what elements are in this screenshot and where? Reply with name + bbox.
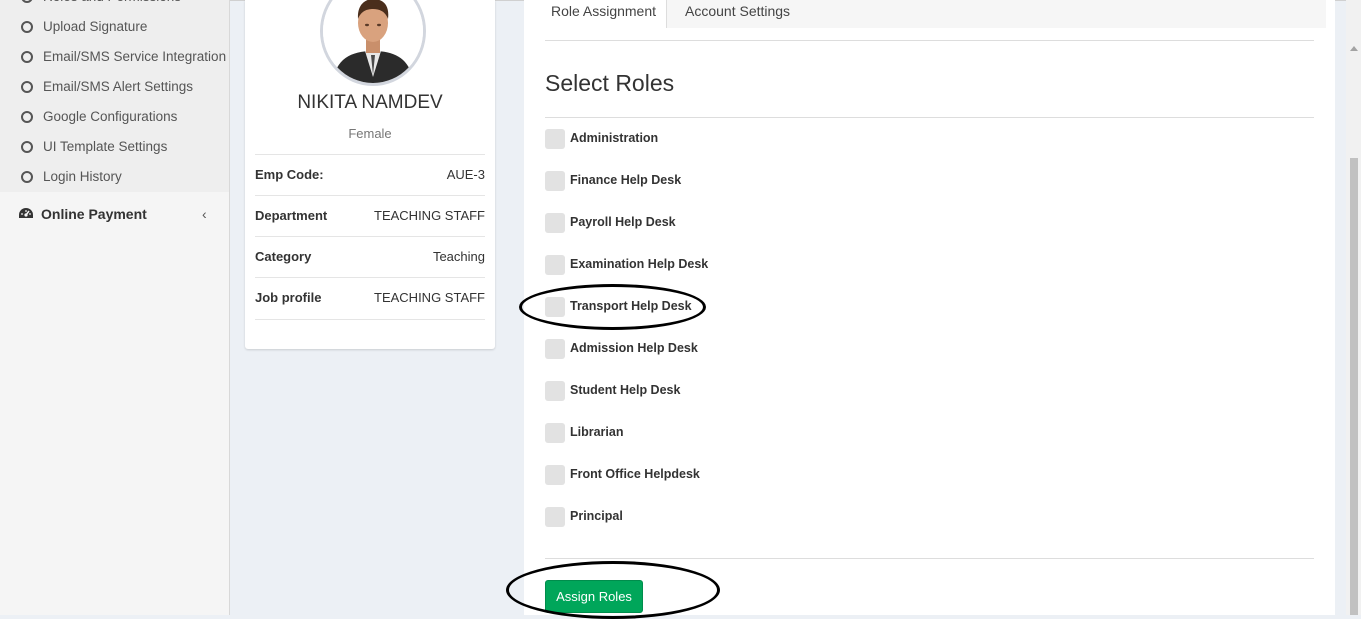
- circle-icon: [21, 0, 33, 3]
- profile-gender: Female: [348, 126, 392, 141]
- online-payment-label: Online Payment: [41, 206, 147, 222]
- role-checkbox[interactable]: [545, 171, 565, 191]
- profile-row-value: AUE-3: [446, 167, 485, 182]
- profile-row-value: TEACHING STAFF: [374, 290, 485, 305]
- scroll-up-arrow-icon[interactable]: [1350, 46, 1358, 51]
- profile-card: NIKITA NAMDEV Female Emp Code: AUE-3 Dep…: [245, 0, 495, 349]
- role-checkbox[interactable]: [545, 339, 565, 359]
- role-label[interactable]: Finance Help Desk: [570, 173, 681, 187]
- sidebar-item-roles-permissions[interactable]: Roles and Permissions: [0, 0, 229, 12]
- scrollbar-thumb[interactable]: [1350, 158, 1358, 615]
- role-principal[interactable]: Principal: [545, 507, 945, 529]
- section-title: Select Roles: [545, 70, 675, 96]
- profile-row-category: Category Teaching: [255, 236, 485, 278]
- role-finance-help-desk[interactable]: Finance Help Desk: [545, 171, 945, 193]
- divider: [545, 117, 1314, 118]
- role-label[interactable]: Student Help Desk: [570, 383, 680, 397]
- role-checkbox[interactable]: [545, 381, 565, 401]
- role-label[interactable]: Admission Help Desk: [570, 341, 698, 355]
- sidebar-item-google-configurations[interactable]: Google Configurations: [0, 102, 229, 132]
- profile-row-value: TEACHING STAFF: [374, 208, 485, 223]
- circle-icon: [21, 51, 33, 63]
- vertical-scrollbar[interactable]: [1346, 0, 1361, 615]
- sidebar-item-login-history[interactable]: Login History: [0, 162, 229, 192]
- profile-row-job-profile: Job profile TEACHING STAFF: [255, 277, 485, 320]
- sidebar-item-label: Google Configurations: [43, 109, 178, 124]
- role-checkbox[interactable]: [545, 297, 565, 317]
- circle-icon: [21, 81, 33, 93]
- role-label[interactable]: Administration: [570, 131, 658, 145]
- circle-icon: [21, 171, 33, 183]
- role-transport-help-desk[interactable]: Transport Help Desk: [545, 297, 945, 319]
- divider: [545, 40, 1314, 41]
- sidebar-item-label: Upload Signature: [43, 19, 148, 34]
- role-librarian[interactable]: Librarian: [545, 423, 945, 445]
- assign-roles-button[interactable]: Assign Roles: [545, 580, 643, 613]
- tab-role-assignment[interactable]: Role Assignment: [541, 0, 667, 28]
- role-examination-help-desk[interactable]: Examination Help Desk: [545, 255, 945, 277]
- sidebar-item-email-sms-integration[interactable]: Email/SMS Service Integration: [0, 42, 229, 72]
- role-label[interactable]: Transport Help Desk: [570, 299, 692, 313]
- profile-row-value: Teaching: [432, 249, 485, 264]
- sidebar-item-label: Email/SMS Alert Settings: [43, 79, 194, 94]
- role-label[interactable]: Examination Help Desk: [570, 257, 708, 271]
- profile-row-key: Emp Code:: [255, 167, 324, 182]
- circle-icon: [21, 141, 33, 153]
- sidebar-item-email-sms-alert[interactable]: Email/SMS Alert Settings: [0, 72, 229, 102]
- role-assignment-panel: Role Assignment Account Settings Select …: [524, 0, 1335, 615]
- sidebar-item-label: Login History: [43, 169, 122, 184]
- role-admission-help-desk[interactable]: Admission Help Desk: [545, 339, 945, 361]
- sidebar-item-ui-template[interactable]: UI Template Settings: [0, 132, 229, 162]
- role-payroll-help-desk[interactable]: Payroll Help Desk: [545, 213, 945, 235]
- role-label[interactable]: Front Office Helpdesk: [570, 467, 700, 481]
- tab-account-settings[interactable]: Account Settings: [685, 0, 790, 28]
- role-checkbox[interactable]: [545, 255, 565, 275]
- chevron-left-icon: ‹: [202, 206, 207, 222]
- user-avatar-icon: [323, 0, 423, 83]
- divider: [545, 558, 1314, 559]
- role-checkbox[interactable]: [545, 465, 565, 485]
- dashboard-gauge-icon: [19, 208, 33, 218]
- role-checkbox[interactable]: [545, 129, 565, 149]
- role-label[interactable]: Payroll Help Desk: [570, 215, 676, 229]
- role-label[interactable]: Principal: [570, 509, 623, 523]
- profile-row-key: Category: [255, 249, 312, 264]
- sidebar: Roles and Permissions Upload Signature E…: [0, 0, 230, 615]
- role-student-help-desk[interactable]: Student Help Desk: [545, 381, 945, 403]
- role-administration[interactable]: Administration: [545, 129, 945, 151]
- sidebar-item-label: Email/SMS Service Integration: [43, 49, 227, 64]
- profile-row-key: Job profile: [255, 290, 322, 305]
- profile-row-key: Department: [255, 208, 328, 223]
- sidebar-item-online-payment[interactable]: Online Payment ‹: [0, 199, 229, 229]
- profile-name: NIKITA NAMDEV: [297, 92, 443, 113]
- sidebar-item-upload-signature[interactable]: Upload Signature: [0, 12, 229, 42]
- role-label[interactable]: Librarian: [570, 425, 624, 439]
- role-checkbox[interactable]: [545, 507, 565, 527]
- profile-row-emp-code: Emp Code: AUE-3: [255, 154, 485, 196]
- circle-icon: [21, 111, 33, 123]
- circle-icon: [21, 21, 33, 33]
- profile-row-department: Department TEACHING STAFF: [255, 195, 485, 237]
- role-checkbox[interactable]: [545, 423, 565, 443]
- sidebar-item-label: UI Template Settings: [43, 139, 168, 154]
- role-front-office-helpdesk[interactable]: Front Office Helpdesk: [545, 465, 945, 487]
- role-checkbox[interactable]: [545, 213, 565, 233]
- avatar: [320, 0, 426, 86]
- sidebar-item-label: Roles and Permissions: [43, 0, 181, 12]
